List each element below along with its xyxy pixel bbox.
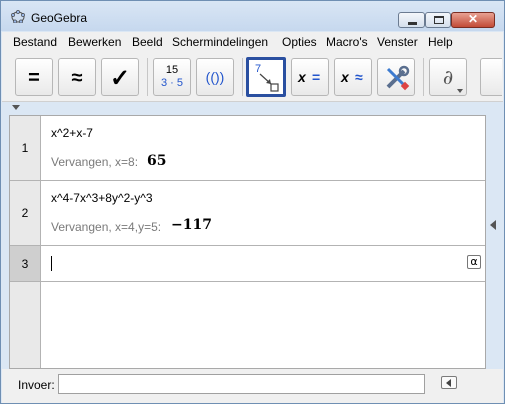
- derivative-tool[interactable]: ∂: [429, 58, 467, 96]
- toolbar-separator: [242, 58, 243, 96]
- keep-input-tool[interactable]: ✓: [101, 58, 139, 96]
- wrench-screwdriver-icon: [386, 65, 410, 91]
- input-label: Invoer:: [18, 378, 55, 392]
- solve-eq-label: =: [312, 69, 321, 85]
- input-bar: Invoer:: [2, 369, 503, 403]
- row-number[interactable]: 3: [10, 246, 41, 281]
- cas-output-label: Vervangen, x=4,y=5:: [51, 220, 162, 234]
- nsolve-tool[interactable]: x ≈: [334, 58, 372, 96]
- factor-top-label: 15: [165, 64, 179, 76]
- title-bar[interactable]: GeoGebra ✕: [1, 1, 504, 31]
- cas-output-label: Vervangen, x=8:: [51, 155, 139, 169]
- menu-bar: Bestand Bewerken Beeld Schermindelingen …: [2, 32, 503, 52]
- expand-label: (()): [205, 69, 225, 85]
- menu-bestand[interactable]: Bestand: [13, 35, 57, 49]
- close-icon: ✕: [467, 12, 479, 26]
- numeric-tool[interactable]: ≈: [58, 58, 96, 96]
- checkmark-icon: ✓: [109, 65, 131, 92]
- substitute-arrow-icon: [259, 73, 279, 92]
- minimize-button[interactable]: [398, 12, 425, 28]
- row-number[interactable]: 1: [10, 116, 41, 180]
- toolbar: = ≈ ✓ 15 3 · 5 (()) 7 x = x ≈ ∂: [2, 52, 503, 102]
- row-number[interactable]: 2: [10, 181, 41, 245]
- expand-tool[interactable]: (()): [196, 58, 234, 96]
- input-field[interactable]: [58, 374, 425, 394]
- menu-venster[interactable]: Venster: [377, 35, 418, 49]
- nsolve-eq-label: ≈: [355, 69, 363, 85]
- toolbar-collapse-icon[interactable]: [12, 105, 20, 110]
- menu-opties[interactable]: Opties: [282, 35, 317, 49]
- cas-input[interactable]: x^4-7x^3+8y^2-y^3: [51, 191, 153, 205]
- cas-view: 1 x^2+x-7 Vervangen, x=8: 65 2 x^4-7x^3+…: [9, 115, 486, 369]
- menu-schermindelingen[interactable]: Schermindelingen: [172, 35, 268, 49]
- cas-row-active[interactable]: 3 α: [10, 246, 485, 282]
- maximize-button[interactable]: [425, 12, 451, 28]
- evaluate-label: =: [28, 67, 40, 89]
- cas-output-value: −117: [171, 217, 212, 233]
- menu-help[interactable]: Help: [428, 35, 453, 49]
- factor-bottom-label: 3 · 5: [160, 77, 183, 89]
- cas-row[interactable]: 1 x^2+x-7 Vervangen, x=8: 65: [10, 116, 485, 181]
- toolbar-separator: [147, 58, 148, 96]
- window-title: GeoGebra: [31, 11, 88, 25]
- nsolve-x-label: x: [341, 69, 349, 85]
- numeric-label: ≈: [71, 67, 83, 89]
- geogebra-logo-icon: [11, 10, 25, 23]
- text-cursor: [51, 256, 52, 271]
- toolbar-separator: [423, 58, 424, 96]
- close-button[interactable]: ✕: [451, 12, 495, 28]
- triangle-left-icon: [446, 379, 451, 387]
- cas-input[interactable]: x^2+x-7: [51, 126, 93, 140]
- factor-tool[interactable]: 15 3 · 5: [153, 58, 191, 96]
- input-help-button[interactable]: [441, 376, 457, 389]
- menu-bewerken[interactable]: Bewerken: [68, 35, 121, 49]
- minimize-icon: [408, 22, 417, 25]
- more-tools-button[interactable]: [480, 58, 502, 96]
- symbol-button[interactable]: α: [467, 255, 481, 269]
- menu-beeld[interactable]: Beeld: [132, 35, 163, 49]
- solve-tool[interactable]: x =: [291, 58, 329, 96]
- maximize-icon: [434, 16, 444, 24]
- sidebar-expand-icon[interactable]: [490, 220, 496, 230]
- menu-macros[interactable]: Macro's: [326, 35, 368, 49]
- evaluate-tool[interactable]: =: [15, 58, 53, 96]
- tools-settings-tool[interactable]: [377, 58, 415, 96]
- geogebra-window: GeoGebra ✕ Bestand Bewerken Beeld Scherm…: [0, 0, 505, 404]
- solve-x-label: x: [298, 69, 306, 85]
- dropdown-triangle-icon: [457, 89, 463, 93]
- derivative-label: ∂: [442, 65, 454, 89]
- substitute-tool[interactable]: 7: [246, 57, 286, 97]
- cas-output-value: 65: [147, 153, 167, 169]
- cas-row[interactable]: 2 x^4-7x^3+8y^2-y^3 Vervangen, x=4,y=5: …: [10, 181, 485, 246]
